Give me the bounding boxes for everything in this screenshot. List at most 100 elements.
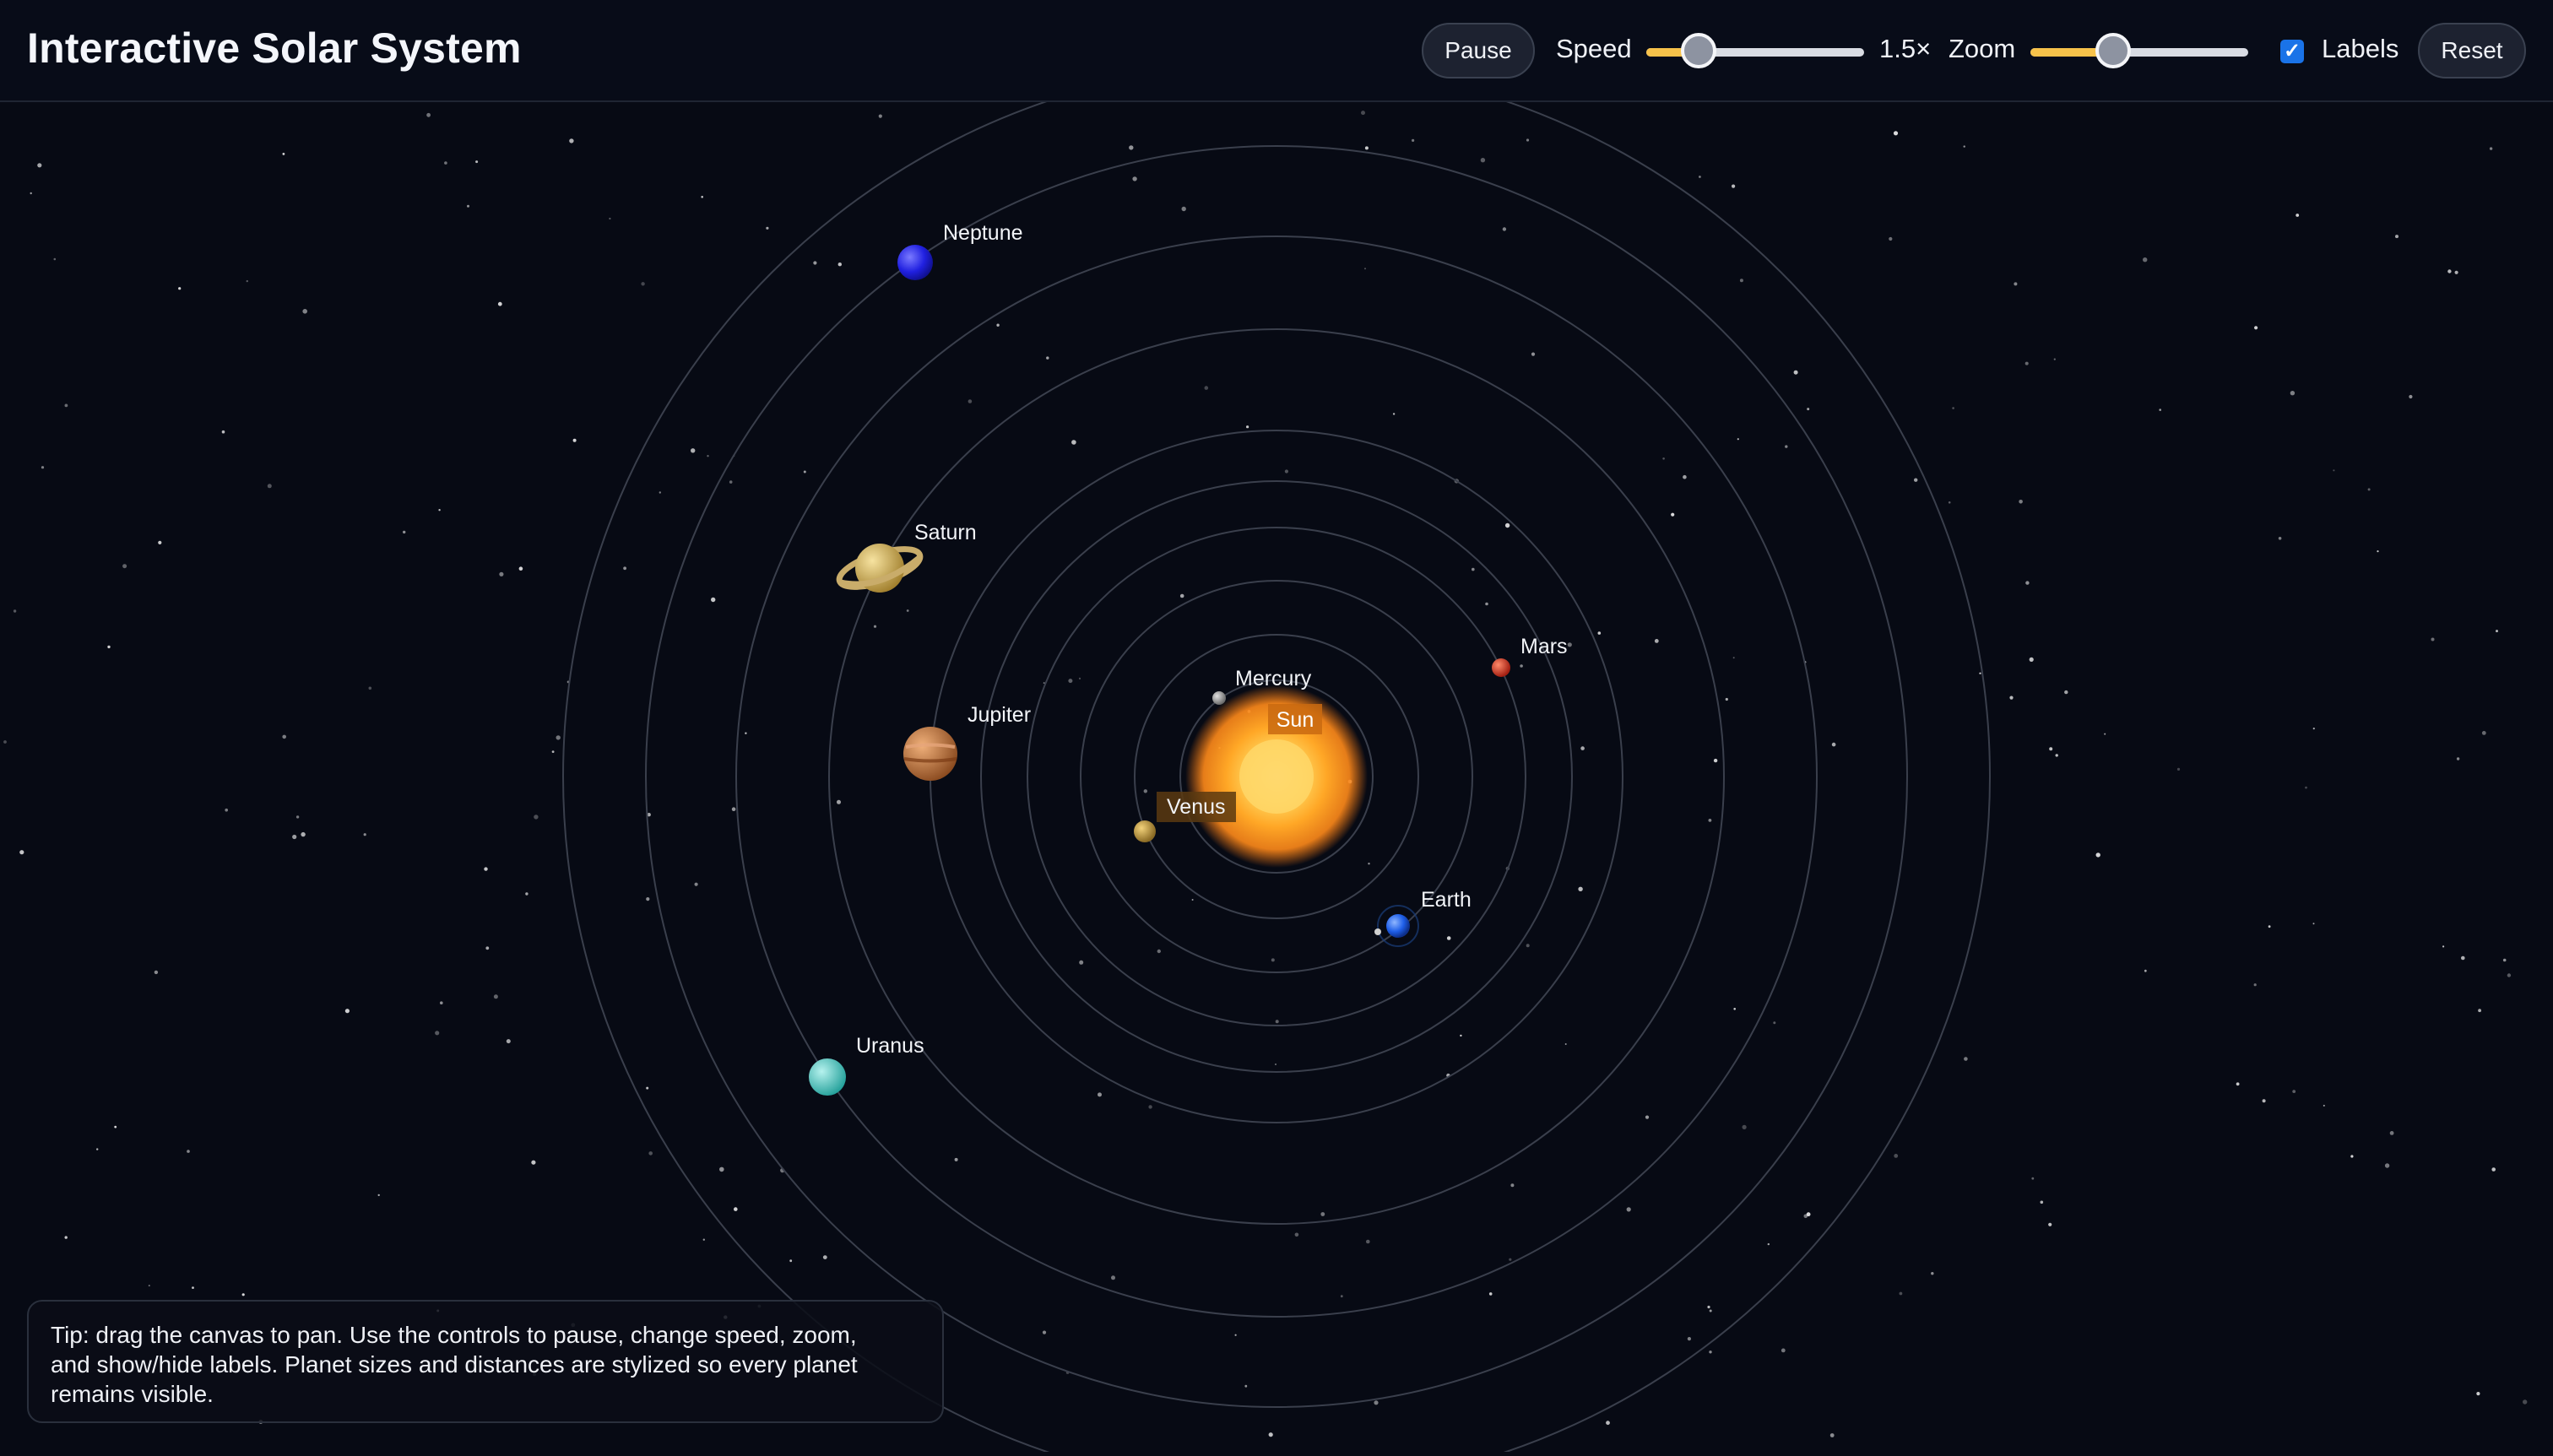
star <box>1520 664 1523 668</box>
star <box>534 815 539 820</box>
star <box>2395 235 2399 239</box>
zoom-slider[interactable] <box>2030 33 2248 68</box>
star <box>295 815 300 819</box>
star <box>707 455 709 457</box>
star <box>1275 1064 1276 1065</box>
star <box>37 163 42 168</box>
planet-saturn[interactable] <box>835 541 924 594</box>
star <box>1526 944 1530 948</box>
speed-label: Speed <box>1556 34 1632 63</box>
tip-box: Tip: drag the canvas to pan. Use the con… <box>27 1300 944 1423</box>
planet-neptune[interactable] <box>897 245 933 280</box>
speed-slider-thumb[interactable] <box>1681 33 1716 68</box>
star <box>1361 111 1365 116</box>
star <box>1931 1272 1934 1275</box>
star <box>368 686 372 690</box>
star <box>1709 1350 1712 1354</box>
planet-jupiter[interactable] <box>903 727 957 781</box>
star <box>114 1125 117 1129</box>
mars-label: Mars <box>1520 635 1568 658</box>
star <box>729 480 733 484</box>
star <box>435 1031 440 1036</box>
solar-system-svg[interactable]: Sun Mercury Venus Earth Mars Jupiter Sat… <box>0 62 2553 1456</box>
star <box>1368 863 1370 865</box>
star <box>2312 728 2315 730</box>
star <box>1412 138 1415 142</box>
pause-button[interactable]: Pause <box>1422 23 1535 78</box>
star <box>1606 1421 1610 1426</box>
star <box>1914 478 1918 482</box>
star <box>1485 602 1488 606</box>
star <box>2268 925 2271 928</box>
star <box>1526 138 1530 142</box>
star <box>1948 501 1951 504</box>
star <box>1952 407 1954 409</box>
jupiter-label: Jupiter <box>968 703 1031 727</box>
star <box>1392 413 1396 415</box>
star <box>1472 567 1475 571</box>
star <box>731 807 736 811</box>
star <box>1964 1057 1968 1061</box>
star <box>2025 581 2030 585</box>
star <box>2278 537 2282 540</box>
star <box>1374 1400 1379 1405</box>
star <box>187 1150 190 1153</box>
star <box>609 217 611 220</box>
star <box>192 1286 194 1289</box>
star <box>475 160 479 164</box>
star <box>2254 326 2258 330</box>
planet-earth[interactable] <box>1374 905 1419 947</box>
star <box>499 571 504 576</box>
app-title: Interactive Solar System <box>27 24 522 72</box>
star <box>2143 257 2148 263</box>
zoom-slider-thumb[interactable] <box>2095 33 2131 68</box>
star <box>2447 269 2452 273</box>
star <box>1275 1020 1279 1024</box>
planet-mercury[interactable] <box>1212 691 1226 705</box>
star <box>2431 637 2435 641</box>
planet-mars[interactable] <box>1492 658 1510 677</box>
star <box>711 597 716 603</box>
star <box>1564 1043 1567 1045</box>
star <box>246 279 248 283</box>
reset-button[interactable]: Reset <box>2418 23 2526 78</box>
star <box>1773 1021 1776 1025</box>
star <box>178 287 182 290</box>
star <box>1098 1092 1102 1097</box>
labels-toggle-label: Labels <box>2322 34 2399 63</box>
star <box>1737 438 1739 441</box>
star <box>403 530 406 534</box>
star <box>1284 469 1288 474</box>
top-toolbar: Interactive Solar System Pause Speed 1.5… <box>0 0 2553 102</box>
star <box>2507 973 2512 977</box>
star <box>2384 1163 2390 1168</box>
star <box>1894 1154 1899 1158</box>
star <box>572 438 577 442</box>
star <box>1502 227 1507 231</box>
star <box>1713 758 1718 763</box>
star <box>1364 146 1369 150</box>
star <box>506 1039 511 1044</box>
planet-venus[interactable] <box>1134 820 1156 842</box>
star <box>158 540 162 545</box>
star <box>659 491 661 494</box>
star <box>41 466 45 469</box>
star <box>1042 1330 1047 1334</box>
speed-slider[interactable] <box>1646 33 1864 68</box>
solar-system-canvas[interactable]: Sun Mercury Venus Earth Mars Jupiter Sat… <box>0 62 2553 1456</box>
star <box>1767 1242 1770 1246</box>
star <box>1068 679 1073 684</box>
star <box>873 625 877 628</box>
star <box>2159 409 2161 411</box>
labels-checkbox[interactable]: ✓ <box>2280 40 2304 63</box>
star <box>1268 1432 1273 1437</box>
star <box>1831 742 1836 747</box>
planet-uranus[interactable] <box>809 1058 846 1096</box>
star <box>377 1193 380 1197</box>
star <box>648 1151 653 1156</box>
speed-value: 1.5× <box>1879 34 1932 63</box>
star <box>569 138 574 143</box>
star <box>1191 899 1194 901</box>
star <box>1234 1334 1237 1336</box>
star <box>1132 176 1137 181</box>
